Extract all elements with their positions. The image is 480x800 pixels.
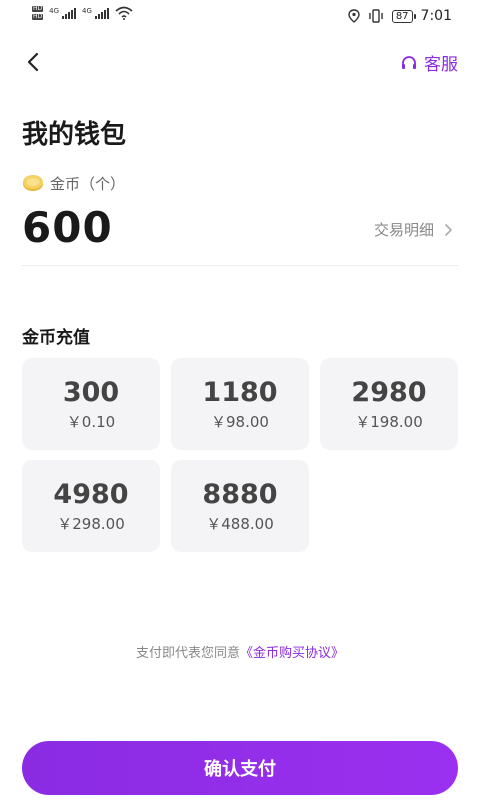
transaction-details-label: 交易明细 (373, 221, 434, 239)
gold-coin-icon (23, 175, 43, 191)
recharge-section-title: 金币充值 (22, 328, 90, 348)
coin-unit-label: 金币（个） (50, 174, 126, 193)
package-price: ￥0.10 (66, 412, 116, 431)
confirm-payment-button[interactable]: 确认支付 (22, 741, 458, 795)
agreement-prefix: 支付即代表您同意 (135, 646, 240, 661)
coin-balance: 600 (22, 203, 113, 252)
recharge-package[interactable]: 1180 ￥98.00 (171, 358, 309, 450)
vibrate-icon (369, 9, 383, 23)
package-price: ￥198.00 (355, 412, 423, 431)
network-type-1: 4G (49, 7, 60, 15)
recharge-package[interactable]: 4980 ￥298.00 (22, 460, 160, 552)
package-amount: 8880 (202, 478, 278, 510)
status-right: 87 7:01 (348, 8, 452, 24)
package-amount: 4980 (53, 478, 129, 510)
signal-bars-1-icon (62, 7, 77, 19)
recharge-package[interactable]: 8880 ￥488.00 (171, 460, 309, 552)
network-type-2: 4G (82, 7, 92, 15)
hd-badge-1: HD (32, 5, 44, 12)
divider (22, 265, 458, 266)
status-bar: HD HD 4G 4G 87 7:01 (0, 0, 480, 34)
headset-icon (402, 55, 416, 69)
top-bar: 客服 (0, 40, 480, 84)
signal-bars-2-icon (94, 7, 109, 19)
customer-service-label: 客服 (424, 55, 458, 75)
purchase-agreement-link[interactable]: 《金币购买协议》 (240, 646, 344, 661)
clock: 7:01 (420, 8, 452, 24)
chevron-right-icon (445, 223, 453, 236)
transaction-details-link[interactable]: 交易明细 (374, 219, 454, 240)
package-price: ￥488.00 (206, 514, 274, 533)
chevron-left-icon[interactable] (22, 50, 46, 74)
package-amount: 300 (62, 376, 120, 408)
hd-indicators: HD HD (32, 5, 44, 20)
page-title: 我的钱包 (22, 120, 127, 150)
package-price: ￥298.00 (57, 514, 125, 533)
location-icon (348, 9, 360, 23)
agreement-notice: 支付即代表您同意《金币购买协议》 (0, 642, 480, 661)
recharge-package[interactable]: 2980 ￥198.00 (320, 358, 458, 450)
hd-badge-2: HD (32, 13, 44, 20)
signal-2: 4G (82, 7, 109, 19)
signal-1: 4G (49, 7, 77, 19)
wifi-icon (115, 6, 133, 20)
package-amount: 1180 (202, 376, 278, 408)
coin-label-row: 金币（个） (22, 172, 125, 194)
package-price: ￥98.00 (211, 412, 269, 431)
battery-indicator: 87 (391, 9, 416, 23)
recharge-package[interactable]: 300 ￥0.10 (22, 358, 160, 450)
status-left: HD HD 4G 4G (32, 6, 133, 20)
package-amount: 2980 (351, 376, 427, 408)
customer-service-button[interactable]: 客服 (400, 50, 458, 75)
